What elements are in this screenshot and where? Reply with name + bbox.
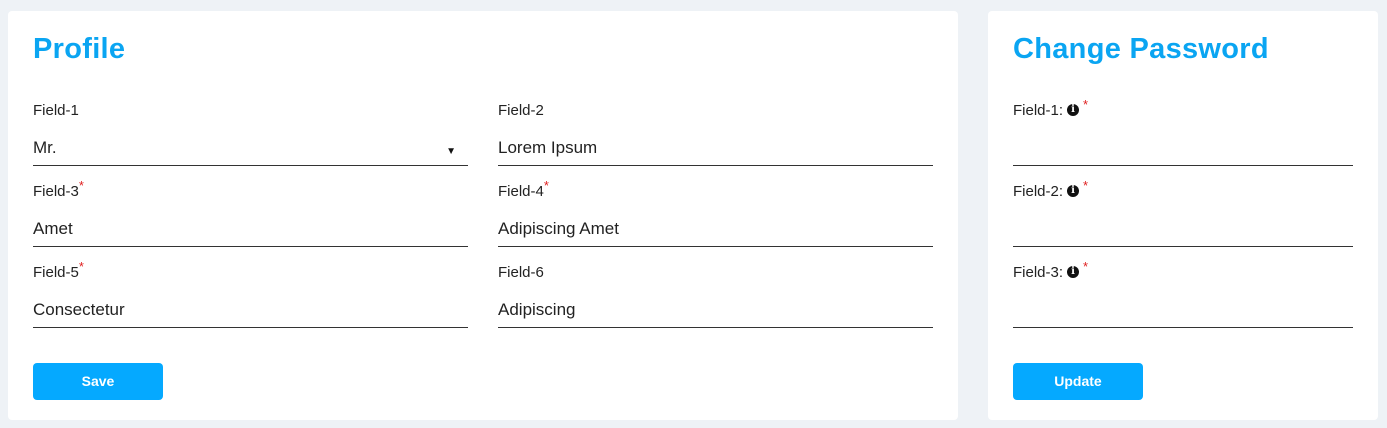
save-button[interactable]: Save	[33, 363, 163, 400]
field-4-input[interactable]: Adipiscing Amet	[498, 218, 933, 247]
field-6-input[interactable]: Adipiscing	[498, 299, 933, 328]
field-3-value: Amet	[33, 219, 73, 238]
field-4-value: Adipiscing Amet	[498, 219, 619, 238]
profile-card: Profile Field-1 Mr. ▼ Field-2 Lorem Ipsu…	[8, 11, 958, 420]
required-marker: *	[1083, 178, 1089, 193]
password-field-3-label: Field-3: i *	[1013, 259, 1089, 281]
required-marker: *	[1083, 259, 1089, 274]
field-6-group: Field-6 Adipiscing	[498, 264, 933, 328]
field-2-label: Field-2	[498, 102, 544, 119]
field-3-input[interactable]: Amet	[33, 218, 468, 247]
required-marker: *	[1083, 97, 1089, 112]
field-2-group: Field-2 Lorem Ipsum	[498, 102, 933, 166]
profile-title: Profile	[33, 33, 126, 65]
field-5-group: Field-5* Consectetur	[33, 259, 468, 328]
required-marker: *	[543, 178, 549, 193]
password-field-2-label: Field-2: i *	[1013, 178, 1089, 200]
change-password-title: Change Password	[1013, 33, 1269, 65]
required-marker: *	[78, 178, 84, 193]
field-3-label: Field-3*	[33, 178, 84, 200]
password-field-2-group: Field-2: i *	[1013, 178, 1353, 247]
chevron-down-icon: ▼	[446, 146, 456, 157]
field-5-label: Field-5*	[33, 259, 84, 281]
field-2-value: Lorem Ipsum	[498, 138, 598, 157]
field-1-group: Field-1 Mr. ▼	[33, 102, 468, 166]
password-field-1-input[interactable]	[1013, 137, 1353, 166]
password-field-3-group: Field-3: i *	[1013, 259, 1353, 328]
info-icon[interactable]: i	[1067, 104, 1080, 116]
password-field-1-label: Field-1: i *	[1013, 97, 1089, 119]
field-1-label: Field-1	[33, 102, 79, 119]
password-field-2-input[interactable]	[1013, 218, 1353, 247]
change-password-card: Change Password Field-1: i * Field-2: i * Fi…	[988, 11, 1378, 420]
field-3-group: Field-3* Amet	[33, 178, 468, 247]
field-5-input[interactable]: Consectetur	[33, 299, 468, 328]
field-2-input[interactable]: Lorem Ipsum	[498, 137, 933, 166]
password-field-1-group: Field-1: i *	[1013, 97, 1353, 166]
field-6-label: Field-6	[498, 264, 544, 281]
field-4-label: Field-4*	[498, 178, 549, 200]
field-4-group: Field-4* Adipiscing Amet	[498, 178, 933, 247]
password-field-3-input[interactable]	[1013, 299, 1353, 328]
update-button[interactable]: Update	[1013, 363, 1143, 400]
info-icon[interactable]: i	[1067, 185, 1080, 197]
required-marker: *	[78, 259, 84, 274]
info-icon[interactable]: i	[1067, 266, 1080, 278]
field-5-value: Consectetur	[33, 300, 125, 319]
field-1-value: Mr.	[33, 138, 57, 157]
field-1-select[interactable]: Mr. ▼	[33, 137, 468, 166]
field-6-value: Adipiscing	[498, 300, 576, 319]
